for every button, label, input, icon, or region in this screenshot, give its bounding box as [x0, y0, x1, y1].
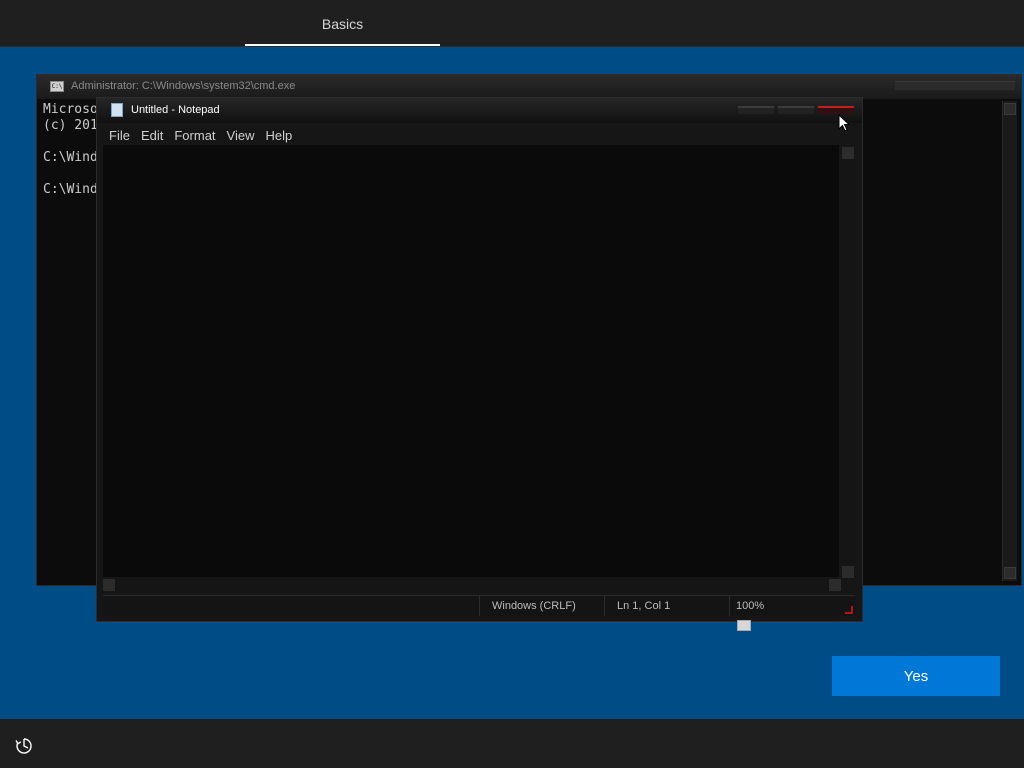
cmd-line: C:\Wind [43, 150, 98, 165]
cmd-window-buttons[interactable] [895, 81, 1015, 90]
notepad-window[interactable]: Untitled - Notepad File Edit Format View Hel… [96, 97, 863, 622]
cmd-line: C:\Wind [43, 182, 98, 197]
menu-edit[interactable]: Edit [141, 128, 163, 143]
minimize-button[interactable] [738, 106, 774, 114]
small-widget[interactable] [737, 620, 751, 631]
cmd-line: (c) 201 [43, 118, 98, 133]
notepad-vertical-scrollbar[interactable] [841, 145, 855, 580]
menu-file[interactable]: File [109, 128, 130, 143]
notepad-icon [111, 103, 123, 117]
tab-basics[interactable]: Basics [245, 0, 440, 46]
scroll-down-icon[interactable] [842, 566, 854, 578]
notepad-horizontal-scrollbar[interactable] [103, 579, 841, 591]
menu-view[interactable]: View [227, 128, 255, 143]
status-zoom: 100% [729, 596, 855, 616]
oobe-bottom-bar [0, 719, 1024, 768]
status-encoding: Windows (CRLF) [479, 596, 604, 616]
scroll-up-icon[interactable] [1004, 103, 1016, 115]
cmd-icon: C:\ [50, 81, 64, 92]
accessibility-icon[interactable] [14, 736, 34, 756]
oobe-top-bar: Basics [0, 0, 1024, 47]
cmd-title: Administrator: C:\Windows\system32\cmd.e… [71, 80, 296, 92]
cmd-output[interactable]: Microso(c) 201​C:\Wind​C:\Wind [43, 102, 98, 198]
status-position: Ln 1, Col 1 [604, 596, 729, 616]
scroll-down-icon[interactable] [1004, 567, 1016, 579]
scroll-left-icon[interactable] [103, 579, 115, 591]
scroll-up-icon[interactable] [842, 147, 854, 159]
menu-format[interactable]: Format [174, 128, 215, 143]
cmd-scrollbar[interactable] [1002, 101, 1017, 581]
close-button[interactable] [818, 106, 854, 114]
scroll-right-icon[interactable] [829, 579, 841, 591]
yes-button[interactable]: Yes [832, 656, 1000, 696]
notepad-menu-bar: File Edit Format View Help [109, 127, 303, 145]
mouse-pointer-icon [838, 114, 850, 132]
notepad-title-bar[interactable]: Untitled - Notepad [97, 98, 862, 123]
menu-help[interactable]: Help [265, 128, 292, 143]
notepad-title: Untitled - Notepad [131, 104, 220, 116]
notepad-status-bar: Windows (CRLF) Ln 1, Col 1 100% [103, 595, 855, 616]
notepad-text-area[interactable] [103, 145, 839, 577]
cmd-title-bar[interactable]: C:\ Administrator: C:\Windows\system32\c… [37, 75, 1021, 99]
maximize-button[interactable] [778, 106, 814, 114]
resize-grip-icon[interactable] [845, 606, 853, 614]
cmd-line: ​ [43, 166, 98, 182]
cmd-line: Microso [43, 102, 98, 117]
cmd-line: ​ [43, 134, 98, 150]
